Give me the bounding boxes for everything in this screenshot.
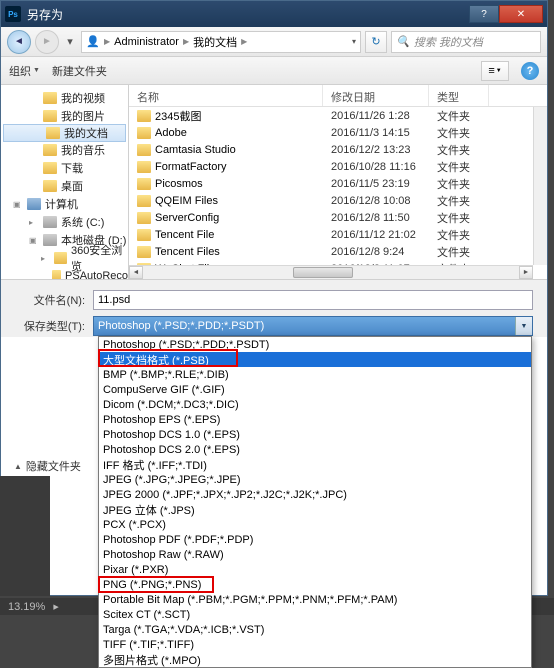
dropdown-option[interactable]: 大型文档格式 (*.PSB) [99, 352, 531, 367]
dropdown-option[interactable]: Dicom (*.DCM;*.DC3;*.DIC) [99, 397, 531, 412]
file-row[interactable]: Tencent Files2016/12/8 9:24文件夹 [129, 243, 547, 260]
horizontal-scrollbar[interactable]: ◄ ► [129, 265, 533, 279]
search-input[interactable]: 🔍 搜索 我的文档 [391, 31, 541, 53]
organize-menu[interactable]: 组织▼ [9, 63, 40, 79]
file-row[interactable]: ServerConfig2016/12/8 11:50文件夹 [129, 209, 547, 226]
dropdown-option[interactable]: PCX (*.PCX) [99, 517, 531, 532]
col-date[interactable]: 修改日期 [323, 85, 429, 106]
app-background [0, 476, 50, 596]
tree-item[interactable]: ▸360安全浏览 [1, 249, 128, 267]
chevron-down-icon[interactable]: ▾ [352, 37, 356, 46]
breadcrumb-part[interactable]: Administrator [114, 36, 179, 48]
dropdown-option[interactable]: JPEG 2000 (*.JPF;*.JPX;*.JP2;*.J2C;*.J2K… [99, 487, 531, 502]
tree-item[interactable]: ▸系统 (C:) [1, 213, 128, 231]
nav-bar: ◄ ► ▾ 👤 ▶ Administrator ▶ 我的文档 ▶ ▾ ↻ 🔍 搜… [1, 27, 547, 57]
col-name[interactable]: 名称 [129, 85, 323, 106]
back-button[interactable]: ◄ [7, 30, 31, 54]
help-icon[interactable]: ? [521, 62, 539, 80]
titlebar[interactable]: Ps 另存为 ? ✕ [1, 1, 547, 27]
dropdown-option[interactable]: JPEG 立体 (*.JPS) [99, 502, 531, 517]
dropdown-option[interactable]: Photoshop EPS (*.EPS) [99, 412, 531, 427]
file-row[interactable]: FormatFactory2016/10/28 11:16文件夹 [129, 158, 547, 175]
filetype-combo[interactable]: Photoshop (*.PSD;*.PDD;*.PSDT) ▼ [93, 316, 533, 336]
file-list[interactable]: 名称 修改日期 类型 2345截图2016/11/26 1:28文件夹Adobe… [129, 85, 547, 279]
view-options-button[interactable]: ≡▼ [481, 61, 509, 81]
dropdown-option[interactable]: Targa (*.TGA;*.VDA;*.ICB;*.VST) [99, 622, 531, 637]
tree-item[interactable]: 下载 [1, 159, 128, 177]
toolbar: 组织▼ 新建文件夹 ≡▼ ? [1, 57, 547, 85]
photoshop-icon: Ps [5, 6, 21, 22]
tree-item[interactable]: 我的音乐 [1, 141, 128, 159]
tree-item[interactable]: 我的图片 [1, 107, 128, 125]
chevron-right-icon: ▶ [102, 37, 112, 46]
search-placeholder: 搜索 我的文档 [414, 34, 483, 50]
filetype-dropdown[interactable]: Photoshop (*.PSD;*.PDD;*.PSDT)大型文档格式 (*.… [98, 336, 532, 668]
dropdown-option[interactable]: Portable Bit Map (*.PBM;*.PGM;*.PPM;*.PN… [99, 592, 531, 607]
save-fields: 文件名(N): 11.psd 保存类型(T): Photoshop (*.PSD… [1, 279, 547, 337]
chevron-up-icon: ▲ [14, 462, 22, 471]
dropdown-option[interactable]: CompuServe GIF (*.GIF) [99, 382, 531, 397]
history-button[interactable]: ▾ [63, 32, 77, 52]
dropdown-option[interactable]: 多图片格式 (*.MPO) [99, 652, 531, 667]
dropdown-option[interactable]: JPEG (*.JPG;*.JPEG;*.JPE) [99, 472, 531, 487]
dropdown-option[interactable]: Photoshop DCS 2.0 (*.EPS) [99, 442, 531, 457]
column-headers[interactable]: 名称 修改日期 类型 [129, 85, 547, 107]
chevron-right-icon: ▶ [181, 37, 191, 46]
dropdown-option[interactable]: Photoshop Raw (*.RAW) [99, 547, 531, 562]
dropdown-option[interactable]: Photoshop DCS 1.0 (*.EPS) [99, 427, 531, 442]
dialog-title: 另存为 [27, 6, 469, 23]
col-type[interactable]: 类型 [429, 85, 489, 106]
filetype-label: 保存类型(T): [15, 318, 85, 334]
refresh-button[interactable]: ↻ [365, 31, 387, 53]
file-row[interactable]: Camtasia Studio2016/12/2 13:23文件夹 [129, 141, 547, 158]
vertical-scrollbar[interactable] [533, 107, 547, 265]
folder-tree[interactable]: 我的视频我的图片我的文档我的音乐下载桌面▣计算机▸系统 (C:)▣本地磁盘 (D… [1, 85, 129, 279]
tree-item[interactable]: 桌面 [1, 177, 128, 195]
file-row[interactable]: Tencent File2016/11/12 21:02文件夹 [129, 226, 547, 243]
dropdown-option[interactable]: Pixar (*.PXR) [99, 562, 531, 577]
tree-item[interactable]: 我的视频 [1, 89, 128, 107]
tree-item[interactable]: ▣计算机 [1, 195, 128, 213]
chevron-right-icon[interactable]: ▶ [53, 603, 58, 611]
filename-input[interactable]: 11.psd [93, 290, 533, 310]
breadcrumb[interactable]: 👤 ▶ Administrator ▶ 我的文档 ▶ ▾ [81, 31, 361, 53]
chevron-right-icon: ▶ [239, 37, 249, 46]
dropdown-option[interactable]: BMP (*.BMP;*.RLE;*.DIB) [99, 367, 531, 382]
scroll-right-icon[interactable]: ► [519, 266, 533, 279]
file-row[interactable]: Adobe2016/11/3 14:15文件夹 [129, 124, 547, 141]
dropdown-option[interactable]: TIFF (*.TIF;*.TIFF) [99, 637, 531, 652]
close-window-button[interactable]: ✕ [499, 5, 543, 23]
dropdown-option[interactable]: IFF 格式 (*.IFF;*.TDI) [99, 457, 531, 472]
zoom-level[interactable]: 13.19% [8, 601, 45, 613]
scroll-thumb[interactable] [293, 267, 353, 278]
tree-item[interactable]: 我的文档 [3, 124, 126, 142]
filename-label: 文件名(N): [15, 292, 85, 308]
file-row[interactable]: QQEIM Files2016/12/8 10:08文件夹 [129, 192, 547, 209]
chevron-down-icon[interactable]: ▼ [515, 317, 532, 335]
file-row[interactable]: Picosmos2016/11/5 23:19文件夹 [129, 175, 547, 192]
help-window-button[interactable]: ? [469, 5, 499, 23]
hide-folders-toggle[interactable]: ▲ 隐藏文件夹 [14, 458, 81, 474]
dropdown-option[interactable]: PNG (*.PNG;*.PNS) [99, 577, 531, 592]
forward-button[interactable]: ► [35, 30, 59, 54]
new-folder-button[interactable]: 新建文件夹 [52, 63, 107, 79]
dropdown-option[interactable]: Photoshop (*.PSD;*.PDD;*.PSDT) [99, 337, 531, 352]
file-row[interactable]: 2345截图2016/11/26 1:28文件夹 [129, 107, 547, 124]
breadcrumb-part[interactable]: 我的文档 [193, 34, 237, 50]
dropdown-option[interactable]: Photoshop PDF (*.PDF;*.PDP) [99, 532, 531, 547]
user-icon: 👤 [86, 35, 100, 49]
scroll-left-icon[interactable]: ◄ [129, 266, 143, 279]
